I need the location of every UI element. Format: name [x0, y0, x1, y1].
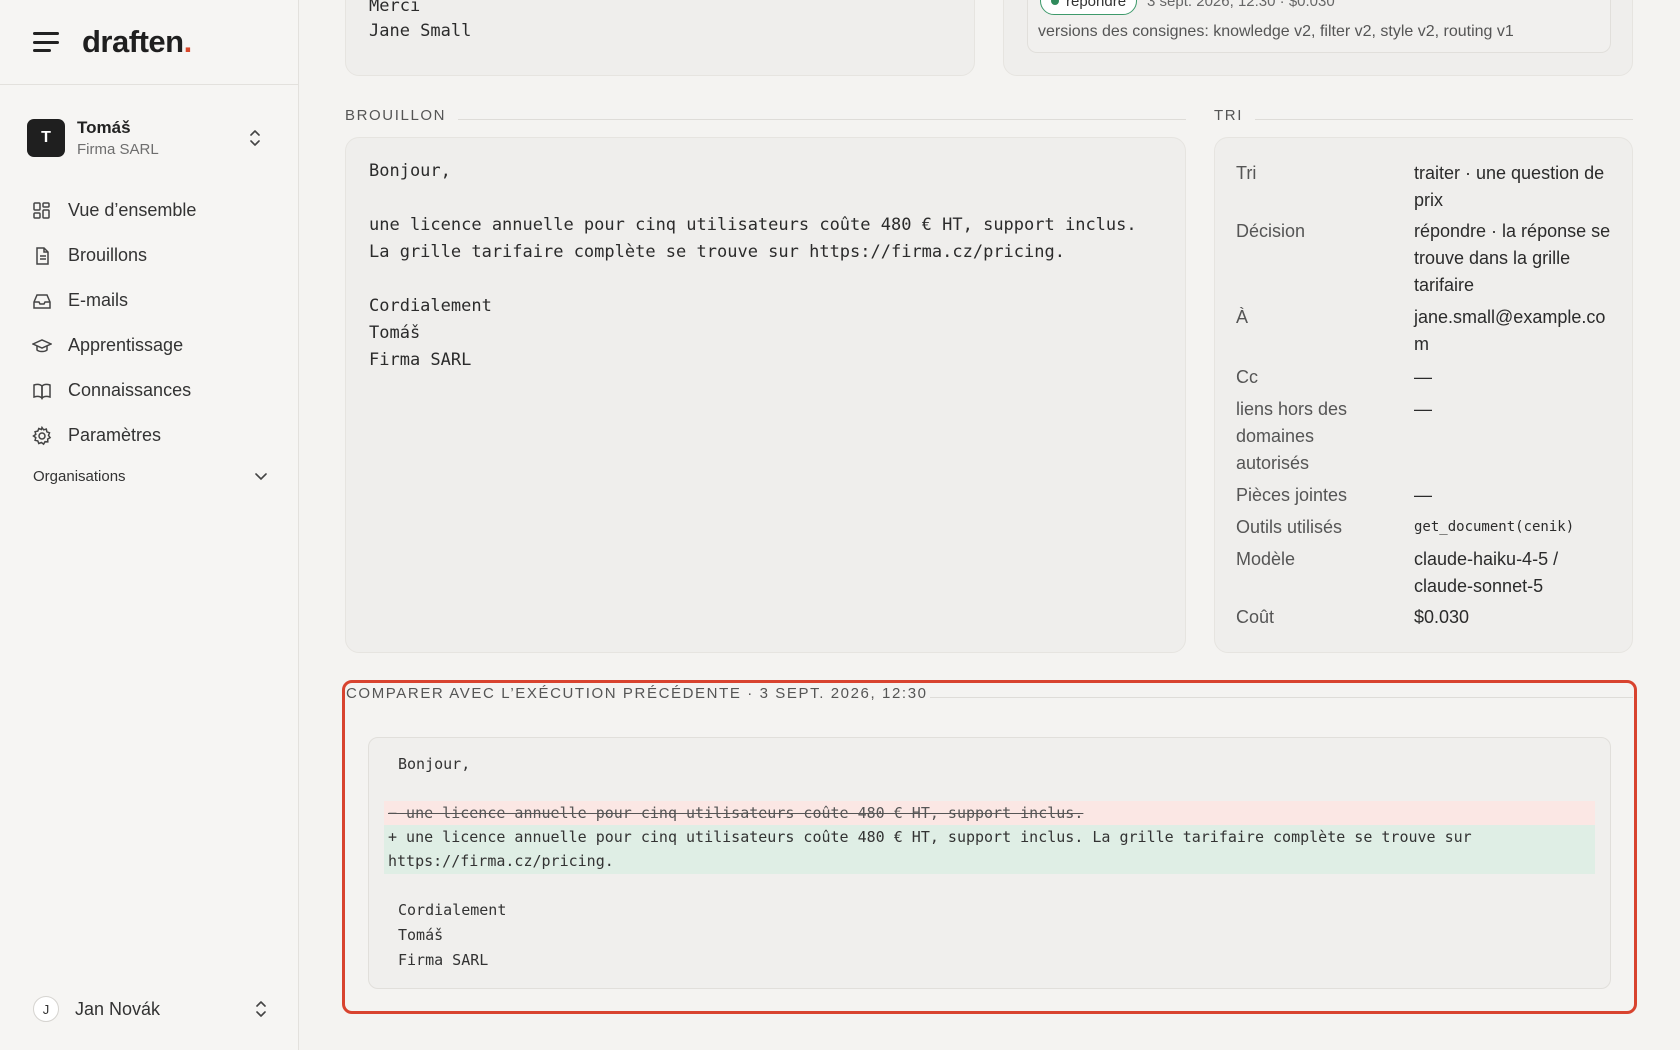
graduation-cap-icon — [32, 336, 52, 356]
organisations-label: Organisations — [33, 468, 126, 485]
org-company: Firma SARL — [77, 141, 159, 158]
meta-inner: répondre 3 sept. 2026, 12:30 · $0.030 ve… — [1027, 0, 1611, 53]
diff-context-line: Firma SARL — [398, 951, 489, 969]
grid-icon — [32, 201, 52, 221]
org-avatar: T — [27, 119, 65, 157]
org-switcher[interactable]: T Tomáš Firma SARL — [27, 113, 275, 163]
user-name: Jan Novák — [75, 998, 161, 1019]
meta-card: répondre 3 sept. 2026, 12:30 · $0.030 ve… — [1003, 0, 1633, 76]
organisations-toggle[interactable]: Organisations — [33, 468, 267, 485]
diff-context-line: Bonjour, — [398, 755, 471, 773]
draft-section-label: BROUILLON — [345, 107, 447, 124]
diff-context-line: Tomáš — [398, 926, 444, 944]
nav-item-settings[interactable]: Paramètres — [32, 413, 272, 458]
user-menu[interactable]: J Jan Novák — [33, 994, 267, 1024]
gear-icon — [32, 425, 52, 446]
diff-context-line: Cordialement — [398, 901, 507, 919]
diff-added-line: https://firma.cz/pricing. — [388, 852, 614, 870]
book-icon — [32, 381, 52, 401]
tool-name: get_document(cenik) — [1414, 519, 1575, 535]
nav-label: Apprentissage — [68, 335, 184, 355]
nav-item-drafts[interactable]: Brouillons — [32, 233, 272, 278]
run-meta: 3 sept. 2026, 12:30 · $0.030 — [1147, 0, 1335, 10]
diff-added-line: + une licence annuelle pour cinq utilisa… — [388, 828, 1472, 846]
prompt-versions: versions des consignes: knowledge v2, fi… — [1038, 23, 1514, 40]
divider — [458, 119, 1186, 120]
nav-label: Paramètres — [68, 425, 162, 445]
sidebar: draften. T Tomáš Firma SARL Vue d’ensemb… — [0, 0, 299, 1050]
diff-removed-line: − une licence annuelle pour cinq utilisa… — [388, 804, 1084, 822]
sidebar-header: draften. — [0, 0, 298, 85]
inbox-icon — [32, 291, 52, 311]
divider — [1255, 119, 1633, 120]
draft-body: Bonjour, une licence annuelle pour cinq … — [369, 161, 1137, 370]
tri-section-label: TRI — [1214, 107, 1243, 124]
nav-label: Vue d’ensemble — [68, 200, 197, 220]
user-avatar: J — [33, 996, 59, 1022]
status-badge: répondre — [1040, 0, 1138, 15]
email-card: Merci Jane Small — [345, 0, 975, 76]
main-nav: Vue d’ensemble Brouillons E-mails Appren… — [32, 188, 272, 458]
nav-item-learning[interactable]: Apprentissage — [32, 323, 272, 368]
nav-label: E-mails — [68, 290, 129, 310]
draft-card: Bonjour, une licence annuelle pour cinq … — [345, 137, 1186, 653]
nav-item-overview[interactable]: Vue d’ensemble — [32, 188, 272, 233]
chevron-up-down-icon — [256, 1001, 266, 1017]
chevron-down-icon — [255, 472, 267, 480]
logo[interactable]: draften. — [82, 24, 192, 60]
compare-section-label: COMPARER AVEC L’EXÉCUTION PRÉCÉDENTE · 3… — [346, 685, 928, 702]
email-line: Merci — [369, 0, 421, 16]
document-icon — [32, 246, 52, 266]
chevron-up-down-icon — [250, 130, 260, 146]
email-line: Jane Small — [369, 21, 472, 41]
nav-item-knowledge[interactable]: Connaissances — [32, 368, 272, 413]
nav-item-emails[interactable]: E-mails — [32, 278, 272, 323]
org-name: Tomáš — [77, 118, 131, 137]
nav-label: Brouillons — [68, 245, 148, 265]
menu-icon[interactable] — [33, 32, 59, 52]
divider — [930, 697, 1633, 698]
nav-label: Connaissances — [68, 380, 192, 400]
